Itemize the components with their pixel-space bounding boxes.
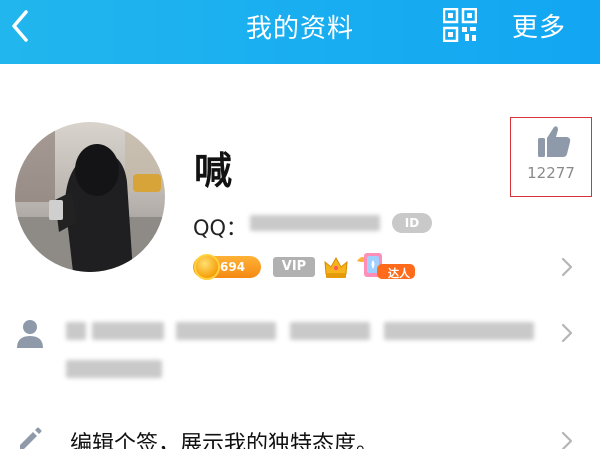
qq-number-label: QQ：: [193, 216, 248, 240]
nickname: 喊: [194, 149, 233, 193]
chevron-right-icon[interactable]: [560, 430, 574, 449]
info-blur-1: [66, 322, 86, 340]
top-bar: 我的资料 更多: [0, 0, 600, 64]
info-blur-2: [92, 322, 164, 340]
daren-badge[interactable]: 达人: [355, 251, 417, 281]
vip-badge[interactable]: VIP: [273, 257, 315, 277]
chevron-left-icon: [12, 10, 28, 42]
id-badge[interactable]: ID: [392, 213, 432, 233]
pencil-icon: [20, 427, 42, 449]
info-blur-5: [384, 322, 534, 340]
signature-field[interactable]: 编辑个签，展示我的独特态度。: [70, 426, 378, 449]
coin-level-badge[interactable]: 694: [193, 254, 261, 280]
person-icon: [17, 320, 43, 348]
info-blur-4: [290, 322, 370, 340]
daren-label: 达人: [388, 267, 410, 280]
qr-code-button[interactable]: [442, 7, 478, 43]
avatar[interactable]: [15, 122, 165, 272]
badge-row: 694 VIP 达人: [193, 251, 473, 281]
qr-code-icon: [442, 7, 478, 43]
chevron-right-icon[interactable]: [560, 322, 574, 344]
crown-icon[interactable]: [323, 254, 349, 280]
coin-icon: [194, 254, 220, 280]
qq-number-redacted: [250, 215, 380, 231]
page-title: 我的资料: [245, 14, 354, 44]
back-button[interactable]: [4, 6, 40, 46]
chevron-right-icon[interactable]: [560, 256, 574, 278]
coin-level-value: 694: [220, 260, 246, 274]
info-blur-6: [66, 360, 162, 378]
avatar-photo: [15, 122, 165, 272]
thumbs-up-icon: [538, 126, 571, 157]
like-count: 12277: [527, 164, 575, 182]
like-button[interactable]: 12277: [510, 117, 592, 197]
info-blur-3: [176, 322, 276, 340]
more-button[interactable]: 更多: [512, 7, 566, 44]
